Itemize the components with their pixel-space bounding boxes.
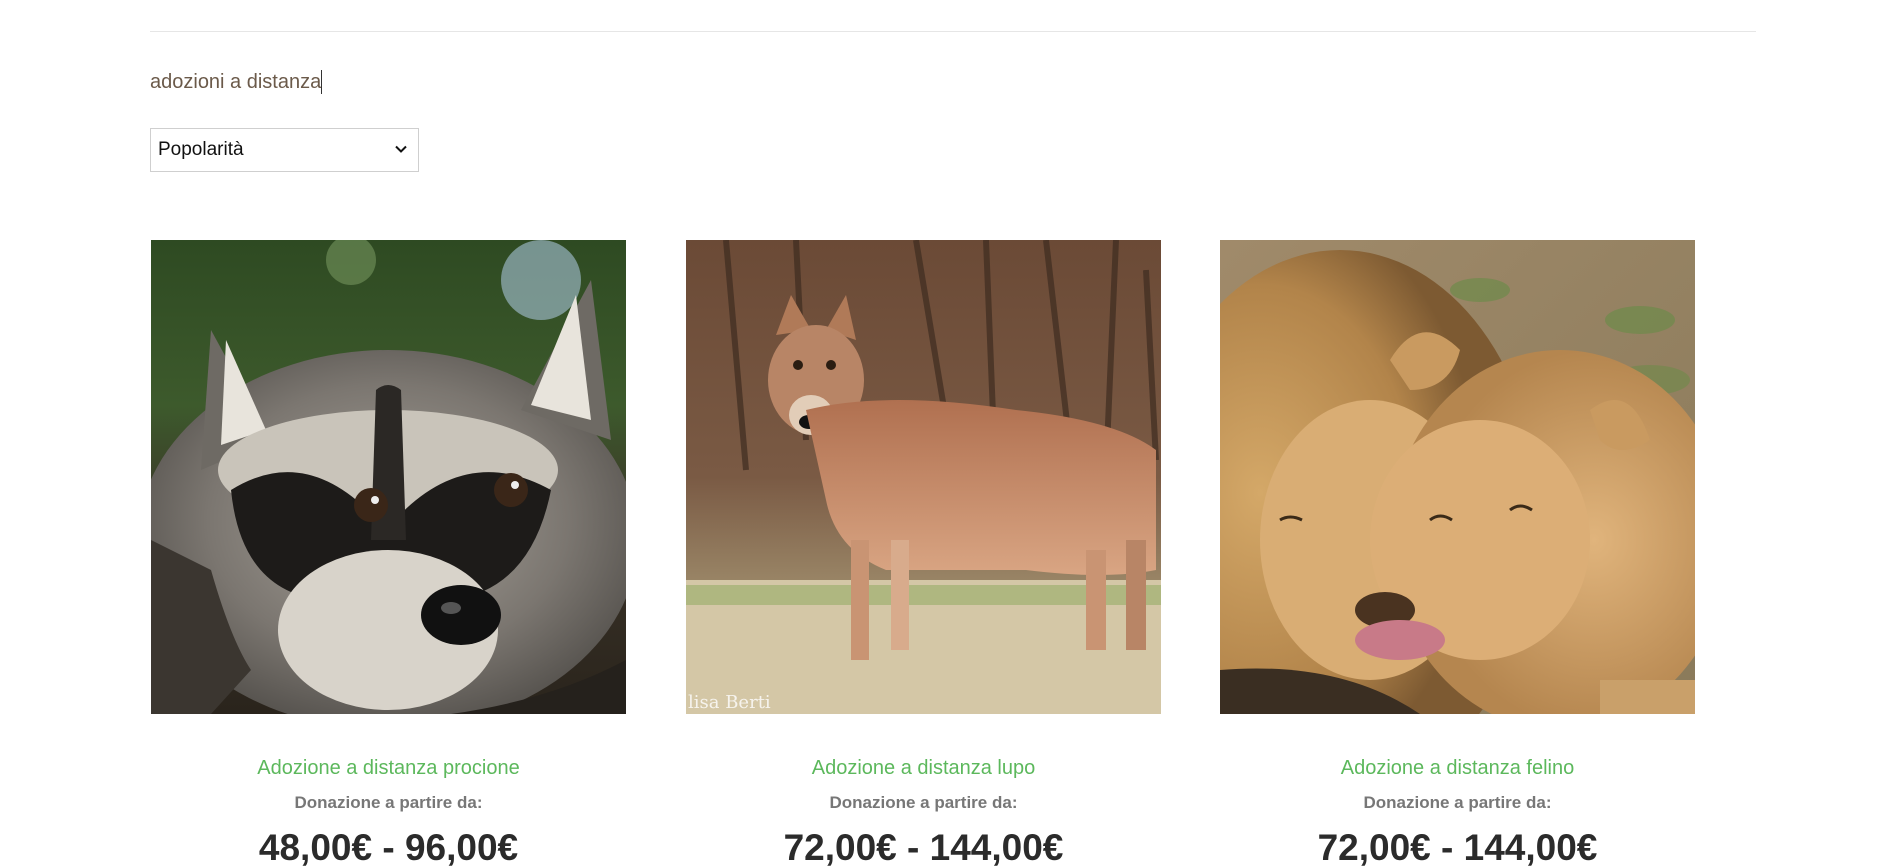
- product-image-wolf[interactable]: lisa Berti: [686, 240, 1161, 714]
- search-query-text: adozioni a distanza: [150, 71, 322, 93]
- wolf-photo-watermark: lisa Berti: [688, 692, 771, 713]
- product-card-procione[interactable]: Adozione a distanza procione Donazione a…: [151, 240, 626, 867]
- product-title[interactable]: Adozione a distanza lupo: [686, 756, 1161, 780]
- sort-selected-value: Popolarità: [158, 139, 244, 160]
- search-query[interactable]: adozioni a distanza: [150, 70, 323, 94]
- product-title[interactable]: Adozione a distanza felino: [1220, 756, 1695, 780]
- text-caret: [321, 70, 323, 94]
- top-divider: [150, 31, 1756, 32]
- price-range: 72,00€ - 144,00€: [783, 827, 1064, 867]
- price-label: Donazione a partire da:: [294, 793, 483, 812]
- product-title[interactable]: Adozione a distanza procione: [151, 756, 626, 780]
- product-card-felino[interactable]: Adozione a distanza felino Donazione a p…: [1220, 240, 1695, 867]
- product-image-lions[interactable]: [1220, 240, 1695, 714]
- lions-photo: [1220, 240, 1695, 714]
- sort-select[interactable]: Popolarità: [150, 128, 419, 172]
- wolf-photo: lisa Berti: [686, 240, 1161, 714]
- chevron-down-icon: [395, 145, 407, 153]
- product-card-lupo[interactable]: lisa Berti Adozione a distanza lupo Dona…: [686, 240, 1161, 867]
- price-range: 48,00€ - 96,00€: [258, 827, 519, 867]
- price-label: Donazione a partire da:: [1363, 793, 1552, 812]
- product-image-raccoon[interactable]: [151, 240, 626, 714]
- price-label: Donazione a partire da:: [829, 793, 1018, 812]
- raccoon-photo: [151, 240, 626, 714]
- price-range: 72,00€ - 144,00€: [1317, 827, 1598, 867]
